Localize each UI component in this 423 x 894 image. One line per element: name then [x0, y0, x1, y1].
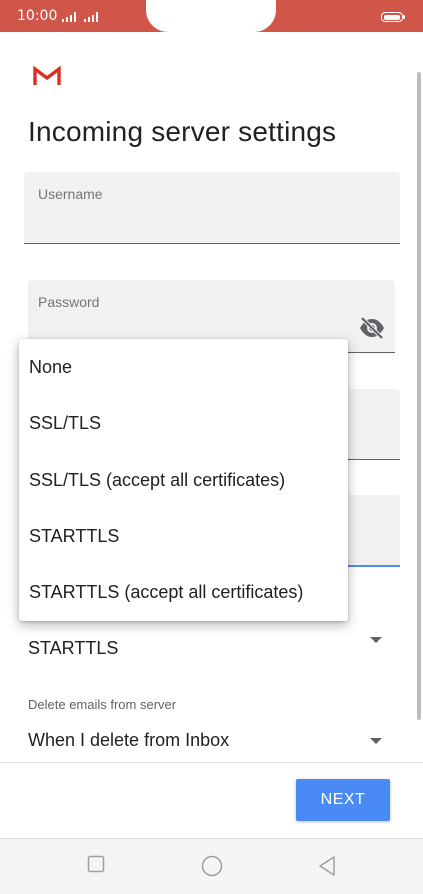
delete-emails-caption: Delete emails from server [28, 697, 177, 712]
dropdown-arrow-icon[interactable] [370, 738, 382, 744]
status-time: 10:00 [17, 8, 58, 24]
signal-icon [62, 12, 76, 22]
footer-divider [0, 762, 423, 763]
dropdown-arrow-icon[interactable] [370, 637, 382, 643]
next-button[interactable]: NEXT [296, 779, 390, 821]
gmail-logo-icon [33, 66, 61, 85]
back-icon[interactable] [317, 855, 337, 877]
page-title: Incoming server settings [28, 116, 337, 147]
menu-item-starttls-accept-all[interactable]: STARTTLS (accept all certificates) [19, 564, 348, 620]
menu-item-ssl-tls-accept-all[interactable]: SSL/TLS (accept all certificates) [19, 452, 348, 508]
signal-icon [84, 12, 98, 22]
menu-item-starttls[interactable]: STARTTLS [19, 508, 348, 564]
camera-notch [146, 0, 276, 32]
security-type-menu: None SSL/TLS SSL/TLS (accept all certifi… [19, 339, 348, 621]
menu-item-ssl-tls[interactable]: SSL/TLS [19, 395, 348, 451]
home-icon[interactable] [201, 855, 223, 877]
security-type-value: STARTTLS [28, 638, 119, 658]
menu-item-none[interactable]: None [19, 339, 348, 395]
username-label: Username [38, 186, 103, 202]
visibility-off-icon[interactable] [359, 317, 385, 339]
scrollbar[interactable] [417, 72, 421, 720]
battery-icon [381, 12, 403, 22]
recent-apps-icon[interactable] [87, 855, 105, 873]
password-label: Password [38, 294, 100, 310]
username-field[interactable]: Username [24, 172, 400, 244]
delete-emails-value: When I delete from Inbox [28, 730, 230, 750]
status-bar: 10:00 [0, 0, 423, 32]
navigation-bar [0, 838, 423, 894]
